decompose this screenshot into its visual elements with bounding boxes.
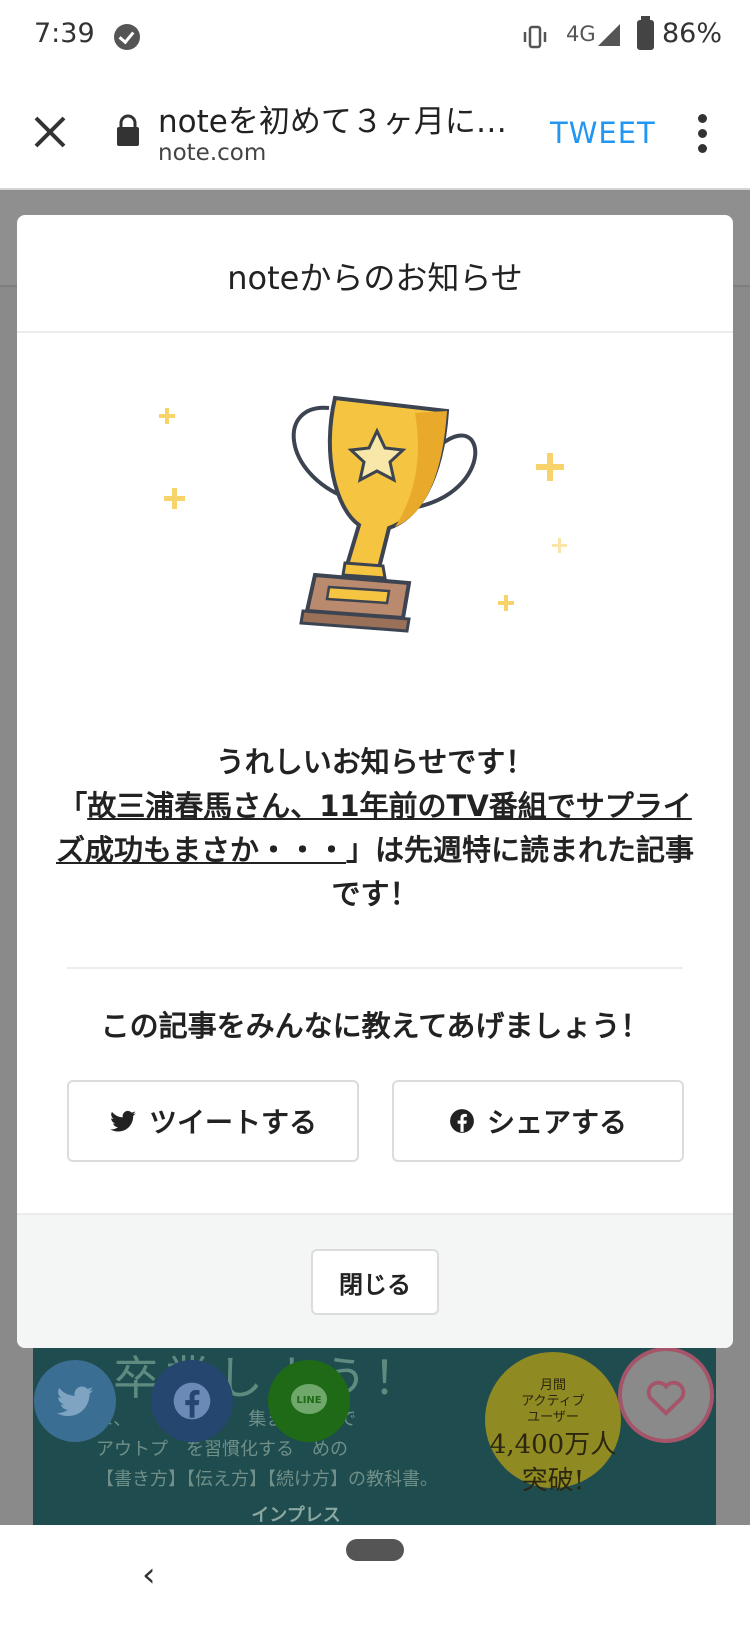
book-line: 【書き方】【伝え方】【続け方】の教科書。 xyxy=(96,1469,438,1490)
user-count-badge-text: 月間 アクティブ ユーザー 4,400万人 突破! xyxy=(485,1378,621,1498)
badge-line: 月間 xyxy=(539,1378,566,1393)
badge-suffix: 突破! xyxy=(521,1466,585,1496)
battery-icon xyxy=(637,16,654,50)
tweet-share-label: ツイートする xyxy=(148,1106,317,1139)
sync-check-icon xyxy=(114,24,140,50)
status-bar: 7:39 4G 86% xyxy=(0,0,750,76)
modal-title: noteからのお知らせ xyxy=(227,259,523,297)
network-type: 4G xyxy=(566,22,596,46)
share-prompt: この記事をみんなに教えてあげましょう！ xyxy=(100,1009,650,1043)
system-nav-bar: ‹ xyxy=(0,1525,750,1625)
lock-icon xyxy=(117,114,139,146)
notification-modal: noteからのお知らせ うれしいお知らせです！ 「故三浦春馬さん、11年前のTV… xyxy=(17,215,733,1348)
message-body: 「故三浦春馬さん、11年前のTV番組でサプライズ成功もまさか・・・」は先週特に読… xyxy=(47,784,703,916)
twitter-icon xyxy=(110,1110,136,1132)
status-time: 7:39 xyxy=(34,18,95,49)
modal-footer: 閉じる xyxy=(17,1213,733,1348)
more-menu-icon[interactable] xyxy=(688,110,718,158)
badge-line: アクティブ xyxy=(521,1394,585,1409)
facebook-icon xyxy=(450,1109,474,1133)
like-heart-fab[interactable] xyxy=(618,1347,714,1443)
page-domain[interactable]: note.com xyxy=(158,140,266,166)
page-title[interactable]: noteを初めて３ヶ月に… xyxy=(158,96,518,141)
message-suffix: 」は先週特に読まれた記事です！ xyxy=(331,833,695,911)
twitter-icon xyxy=(56,1386,94,1417)
heart-icon xyxy=(646,1380,686,1416)
trophy-illustration xyxy=(17,333,733,753)
notification-message: うれしいお知らせです！ 「故三浦春馬さん、11年前のTV番組でサプライズ成功もま… xyxy=(47,740,703,916)
facebook-icon xyxy=(173,1382,211,1420)
trophy-icon xyxy=(159,395,567,633)
close-modal-button[interactable]: 閉じる xyxy=(311,1249,439,1315)
badge-number: 4,400万人 xyxy=(489,1430,617,1460)
modal-header: noteからのお知らせ xyxy=(17,215,733,333)
twitter-share-fab[interactable] xyxy=(34,1360,116,1442)
vibrate-icon xyxy=(523,25,547,49)
line-icon: LINE xyxy=(291,1384,327,1414)
facebook-share-fab[interactable] xyxy=(151,1360,233,1442)
tweet-button[interactable]: TWEET xyxy=(550,116,656,150)
line-label: LINE xyxy=(296,1395,321,1406)
message-intro: うれしいお知らせです！ xyxy=(215,745,535,779)
line-share-fab[interactable]: LINE xyxy=(268,1360,350,1442)
signal-icon xyxy=(598,24,620,46)
browser-toolbar: noteを初めて３ヶ月に… note.com TWEET xyxy=(0,76,750,190)
tweet-share-button[interactable]: ツイートする xyxy=(67,1080,359,1162)
home-pill[interactable] xyxy=(346,1539,404,1561)
divider xyxy=(67,967,683,969)
close-icon[interactable] xyxy=(28,110,72,154)
open-quote: 「 xyxy=(58,789,88,823)
facebook-share-label: シェアする xyxy=(486,1106,627,1139)
battery-percent: 86% xyxy=(662,18,723,49)
back-chevron-icon[interactable]: ‹ xyxy=(142,1555,156,1595)
facebook-share-button[interactable]: シェアする xyxy=(392,1080,684,1162)
badge-line: ユーザー xyxy=(527,1410,579,1425)
